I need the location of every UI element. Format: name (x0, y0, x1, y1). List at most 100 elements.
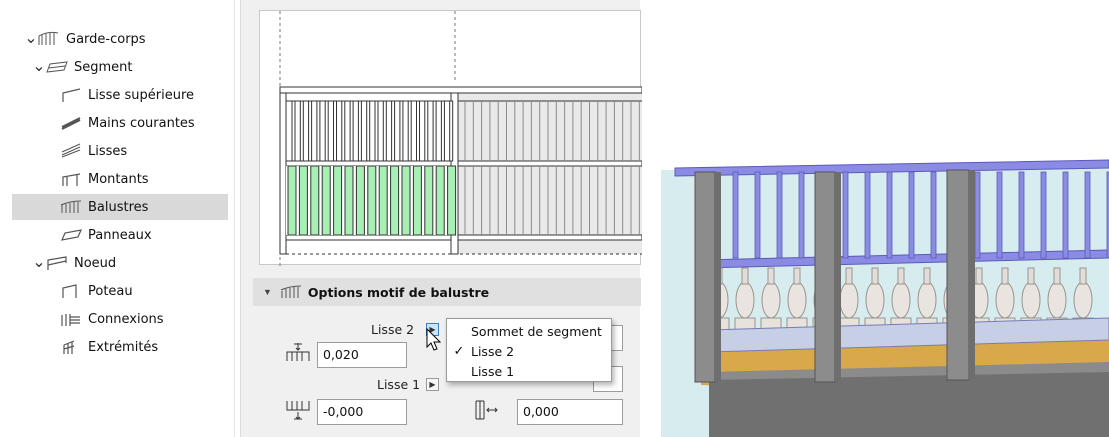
upper-baluster-bar (308, 100, 313, 162)
reference-dropdown-menu[interactable]: Sommet de segment ✓ Lisse 2 Lisse 1 (446, 318, 612, 382)
tree-item-label: Garde-corps (66, 31, 146, 47)
upper-baluster-bar (316, 100, 321, 162)
tree-item-connexions[interactable]: Connexions (12, 306, 228, 332)
upper-baluster-bar (341, 100, 346, 162)
panels-icon (60, 227, 82, 243)
upper-baluster-bar (333, 100, 337, 162)
tree-item-label: Mains courantes (88, 115, 195, 131)
posts-icon (60, 171, 82, 187)
upper-bar-3d (754, 171, 761, 259)
tree-item-label: Lisses (88, 143, 128, 159)
upper-baluster-bar (374, 100, 379, 162)
lisse2-label: Lisse 2 (371, 322, 415, 337)
lisse1-reference-button[interactable]: ▶ (426, 378, 439, 391)
handrail-icon (60, 115, 82, 131)
upper-baluster-bar (424, 100, 429, 162)
tree-item-label: Noeud (74, 255, 117, 271)
highlighted-baluster (298, 165, 308, 236)
balusters-icon (60, 199, 82, 215)
tree-item-lisse-sup-rieure[interactable]: Lisse supérieure (12, 82, 228, 108)
highlighted-baluster (435, 165, 445, 236)
highlighted-baluster (287, 165, 297, 236)
upper-baluster-bar (291, 100, 296, 162)
highlighted-baluster (333, 165, 343, 236)
post-3d (814, 171, 836, 383)
upper-baluster-bar (416, 100, 420, 162)
post-3d (694, 171, 716, 383)
tree-item-label: Extrémités (88, 339, 159, 355)
tree-item-label: Panneaux (88, 227, 152, 243)
upper-baluster-bar (407, 100, 412, 162)
tree-item-noeud[interactable]: ⌄ Noeud (32, 250, 232, 276)
chevron-down-icon[interactable]: ⌄ (24, 31, 38, 47)
baluster-bottom-offset-icon (286, 343, 310, 361)
tree-item-balustres[interactable]: Balustres (12, 194, 228, 220)
top-rail-icon (60, 87, 82, 103)
railing-preview-drawing (279, 11, 643, 266)
upper-bar-3d (886, 171, 893, 259)
collapse-triangle-icon[interactable]: ▼ (263, 287, 272, 297)
upper-bar-3d (776, 171, 783, 259)
upper-bar-3d (732, 171, 739, 259)
horizontal-offset-input[interactable]: 0,000 (517, 399, 623, 425)
ends-icon (60, 339, 82, 355)
tree-item-label: Lisse supérieure (88, 87, 195, 103)
highlighted-baluster (401, 165, 411, 236)
highlighted-baluster (344, 165, 354, 236)
upper-baluster-bar (382, 100, 387, 162)
highlighted-baluster (378, 165, 388, 236)
menu-item-lisse2[interactable]: ✓ Lisse 2 (447, 342, 613, 360)
upper-bar-3d (864, 171, 871, 259)
tree-item-panneaux[interactable]: Panneaux (12, 222, 228, 248)
highlighted-baluster (412, 165, 422, 236)
upper-baluster-bar (440, 100, 445, 162)
upper-baluster-bar (399, 100, 404, 162)
upper-bar-3d (1018, 171, 1025, 259)
tree-item-extr-mit-s[interactable]: Extrémités (12, 334, 228, 360)
post-3d-side (715, 172, 721, 382)
upper-baluster-bar (432, 100, 437, 162)
lisse1-label: Lisse 1 (377, 377, 421, 392)
upper-bar-3d (1040, 171, 1047, 259)
structure-tree: ⌄ Garde-corps ⌄ Segment Lisse supérieure Main… (0, 0, 235, 437)
chevron-down-icon[interactable]: ⌄ (32, 255, 46, 271)
upper-bar-3d (974, 171, 981, 259)
baluster-options-header[interactable]: ▼ Options motif de balustre (253, 278, 641, 306)
post-3d-side (835, 172, 841, 382)
tree-item-poteau[interactable]: Poteau (12, 278, 228, 304)
baluster-pattern-icon (280, 285, 302, 299)
3d-railing-render (661, 159, 1109, 437)
tree-item-lisses[interactable]: Lisses (12, 138, 228, 164)
upper-bar-3d (798, 171, 805, 259)
post-3d-side (969, 170, 975, 380)
tree-item-segment[interactable]: ⌄ Segment (32, 54, 232, 80)
highlighted-baluster (447, 165, 457, 236)
tree-item-mains-courantes[interactable]: Mains courantes (12, 110, 228, 136)
upper-baluster-bar (357, 100, 362, 162)
tree-item-label: Poteau (88, 283, 133, 299)
chevron-down-icon[interactable]: ⌄ (32, 59, 46, 75)
baluster-options-title: Options motif de balustre (307, 284, 490, 300)
highlighted-baluster (355, 165, 365, 236)
lisse2-offset-input[interactable]: 0,020 (317, 342, 407, 368)
tree-item-montants[interactable]: Montants (12, 166, 228, 192)
tree-item-label: Connexions (88, 311, 164, 327)
upper-bar-3d (1062, 171, 1069, 259)
upper-bar-3d (908, 171, 915, 259)
segment-icon (46, 59, 68, 75)
pole-icon (60, 283, 82, 299)
upper-baluster-bar (449, 100, 454, 162)
upper-bar-3d (842, 171, 849, 259)
tree-item-label: Balustres (88, 199, 149, 215)
menu-item-lisse1[interactable]: Lisse 1 (447, 362, 613, 380)
railing-preview (259, 10, 643, 266)
highlighted-baluster (424, 165, 434, 236)
tree-item-garde-corps[interactable]: ⌄ Garde-corps (24, 26, 224, 52)
menu-item-segment-top[interactable]: Sommet de segment (447, 322, 613, 340)
mouse-pointer-icon (426, 328, 442, 351)
highlighted-baluster (310, 165, 320, 236)
connections-icon (60, 311, 82, 327)
baluster-top-offset-icon (286, 401, 310, 420)
lisse1-offset-input[interactable]: -0,000 (317, 399, 407, 425)
upper-baluster-bar (349, 100, 354, 162)
